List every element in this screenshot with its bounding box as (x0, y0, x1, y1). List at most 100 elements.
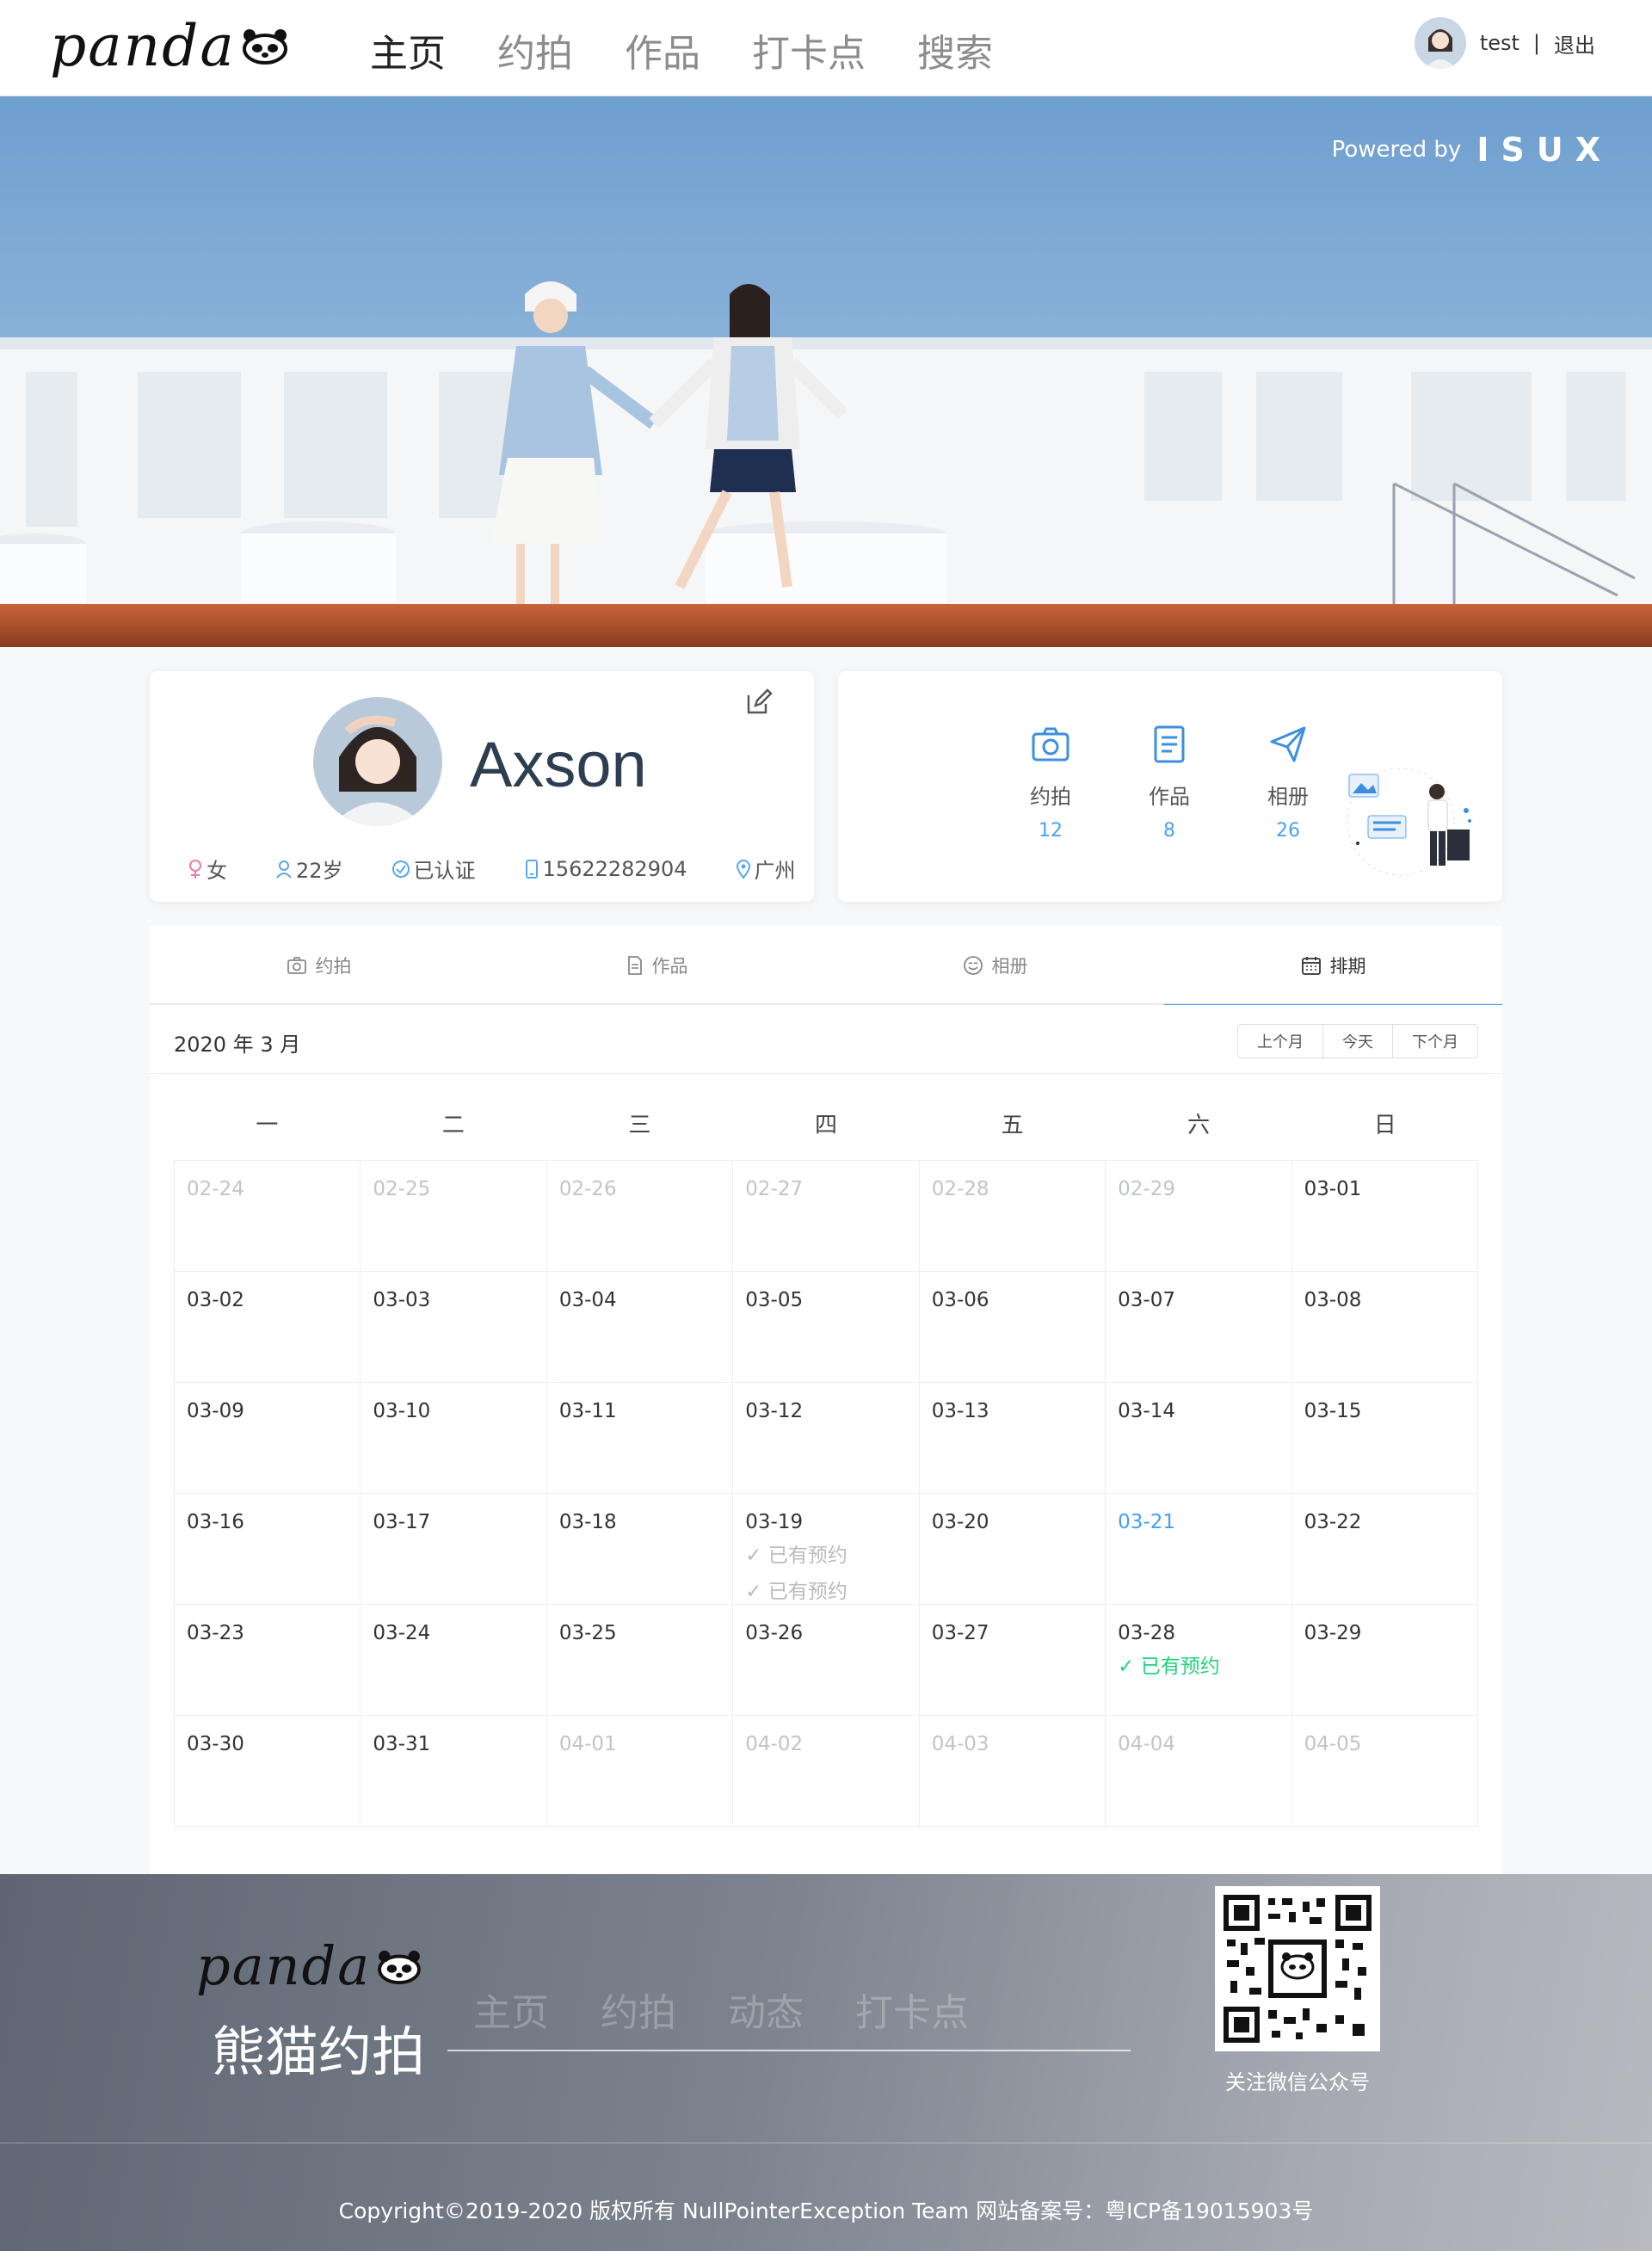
calendar-day-cell[interactable]: 03-03 (361, 1272, 547, 1383)
tab-schedule-label: 排期 (1329, 956, 1366, 977)
calendar-day-cell[interactable]: 03-28 ✓ 已有预约 (1106, 1605, 1292, 1716)
calendar-date: 03-01 (1304, 1178, 1362, 1200)
stat-album[interactable]: 相册 26 (1241, 723, 1335, 842)
calendar-day-cell[interactable]: 03-23 (175, 1605, 361, 1716)
footer-link-spots[interactable]: 打卡点 (855, 1982, 969, 2037)
calendar-day-cell[interactable]: 02-26 (546, 1161, 734, 1272)
calendar-day-cell[interactable]: 03-10 (361, 1383, 547, 1494)
calendar-day-cell[interactable]: 03-16 (175, 1494, 361, 1605)
calendar-date: 03-12 (745, 1400, 804, 1422)
calendar-day-cell[interactable]: 02-24 (175, 1161, 361, 1272)
username[interactable]: test (1480, 31, 1519, 55)
calendar-day-cell[interactable]: 03-13 (919, 1383, 1106, 1494)
calendar-day-cell[interactable]: 03-30 (175, 1716, 361, 1827)
calendar-date: 03-07 (1118, 1289, 1175, 1311)
calendar-day-cell[interactable]: 03-15 (1291, 1383, 1478, 1494)
calendar-date: 03-18 (558, 1511, 617, 1533)
nav-spots[interactable]: 打卡点 (752, 22, 866, 77)
calendar-day-cell[interactable]: 03-14 (1106, 1383, 1292, 1494)
calendar-day-cell[interactable]: 03-02 (175, 1272, 361, 1383)
calendar-day-cell[interactable]: 03-27 (919, 1605, 1106, 1716)
calendar-day-cell[interactable]: 03-11 (546, 1383, 734, 1494)
calendar-day-cell[interactable]: 03-31 (361, 1716, 547, 1827)
weekday-header: 一二三四五六日 (174, 1091, 1478, 1160)
calendar-date: 03-21 (1118, 1511, 1175, 1533)
gender-info: 女 (188, 854, 227, 884)
calendar-title: 2020 年 3 月 (174, 1033, 301, 1057)
powered-by: Powered by ISUX (1332, 131, 1612, 169)
calendar-day-cell[interactable]: 03-20 (919, 1494, 1106, 1605)
profile-avatar[interactable] (313, 697, 442, 826)
calendar-day-cell[interactable]: 03-07 (1106, 1272, 1292, 1383)
calendar-day-cell[interactable]: 04-02 (733, 1716, 920, 1827)
calendar-day-cell[interactable]: 03-19 ✓ 已有预约 ✓ 已有预约 (733, 1494, 920, 1605)
calendar-day-cell[interactable]: 02-28 (919, 1161, 1106, 1272)
footer-logo[interactable]: panda (196, 1934, 422, 1997)
hero-banner: Powered by ISUX (0, 96, 1652, 647)
calendar-day-cell[interactable]: 04-04 (1106, 1716, 1292, 1827)
weekday-label: 日 (1373, 1113, 1396, 1138)
calendar-day-cell[interactable]: 04-05 (1291, 1716, 1478, 1827)
calendar-date: 03-09 (187, 1400, 244, 1422)
calendar-day-cell[interactable]: 03-26 (733, 1605, 920, 1716)
calendar-date: 03-11 (558, 1400, 617, 1422)
location-pin-icon (736, 859, 750, 879)
calendar-day-cell[interactable]: 03-06 (919, 1272, 1106, 1383)
calendar-day-cell[interactable]: 04-01 (546, 1716, 734, 1827)
footer-link-feed[interactable]: 动态 (728, 1982, 804, 2037)
user-avatar[interactable] (1414, 17, 1466, 69)
verified-info: 已认证 (391, 854, 476, 884)
calendar-day-cell[interactable]: 03-25 (546, 1605, 734, 1716)
nav-home[interactable]: 主页 (370, 22, 446, 77)
footer-link-booking[interactable]: 约拍 (601, 1982, 676, 2037)
tab-booking[interactable]: 约拍 (150, 926, 488, 1005)
calendar-day-cell[interactable]: 03-18 (546, 1494, 734, 1605)
calendar-day-cell[interactable]: 03-09 (175, 1383, 361, 1494)
stats-card: 约拍 12 作品 8 相册 26 (838, 671, 1502, 902)
verified-text: 已认证 (413, 859, 476, 883)
calendar-date: 03-05 (745, 1289, 804, 1311)
profile-name: Axson (470, 729, 647, 800)
female-icon (189, 859, 201, 879)
calendar-date: 03-15 (1304, 1400, 1362, 1422)
tab-schedule[interactable]: 排期 (1164, 926, 1502, 1007)
calendar-day-cell[interactable]: 03-22 (1291, 1494, 1478, 1605)
nav-search[interactable]: 搜索 (917, 22, 993, 77)
prev-month-button[interactable]: 上个月 (1237, 1024, 1323, 1058)
today-button[interactable]: 今天 (1323, 1024, 1393, 1058)
logout-link[interactable]: 退出 (1554, 28, 1595, 59)
stat-works[interactable]: 作品 8 (1122, 723, 1217, 842)
calendar-day-cell[interactable]: 03-01 (1291, 1161, 1478, 1272)
stat-album-label: 相册 (1267, 785, 1309, 809)
calendar-day-cell[interactable]: 03-29 (1291, 1605, 1478, 1716)
powered-by-text: Powered by (1331, 137, 1462, 163)
profile-tabs: 约拍 作品 相册 排期 (150, 926, 1502, 1007)
site-footer: panda 熊猫约拍 主页 约拍 动态 打卡点 关注微信公众号 Copyrigh… (0, 1874, 1652, 2251)
calendar-day-cell[interactable]: 02-29 (1106, 1161, 1292, 1272)
tab-album[interactable]: 相册 (826, 926, 1164, 1005)
calendar-day-cell[interactable]: 02-27 (733, 1161, 920, 1272)
calendar-day-cell[interactable]: 03-21 (1106, 1494, 1292, 1605)
main-nav: 主页 约拍 作品 打卡点 搜索 (370, 22, 993, 77)
calendar-day-cell[interactable]: 04-03 (919, 1716, 1106, 1827)
calendar-date: 03-13 (931, 1400, 989, 1422)
calendar-date: 03-25 (558, 1622, 617, 1644)
panda-icon (242, 29, 287, 65)
footer-link-home[interactable]: 主页 (473, 1982, 549, 2037)
calendar-day-cell[interactable]: 02-25 (361, 1161, 547, 1272)
next-month-button[interactable]: 下个月 (1393, 1024, 1478, 1058)
calendar-day-cell[interactable]: 03-12 (733, 1383, 920, 1494)
smile-icon (963, 956, 983, 975)
calendar-day-cell[interactable]: 03-08 (1291, 1272, 1478, 1383)
nav-booking[interactable]: 约拍 (497, 22, 573, 77)
tab-works[interactable]: 作品 (488, 926, 826, 1005)
calendar-day-cell[interactable]: 03-17 (361, 1494, 547, 1605)
edit-icon[interactable] (742, 685, 776, 719)
site-logo[interactable]: panda (50, 13, 289, 79)
calendar-day-cell[interactable]: 03-24 (361, 1605, 547, 1716)
calendar-day-cell[interactable]: 03-05 (733, 1272, 920, 1383)
calendar-day-cell[interactable]: 03-04 (546, 1272, 734, 1383)
nav-works[interactable]: 作品 (625, 22, 700, 77)
stat-booking[interactable]: 约拍 12 (1003, 723, 1098, 842)
stat-works-value: 8 (1163, 820, 1175, 842)
